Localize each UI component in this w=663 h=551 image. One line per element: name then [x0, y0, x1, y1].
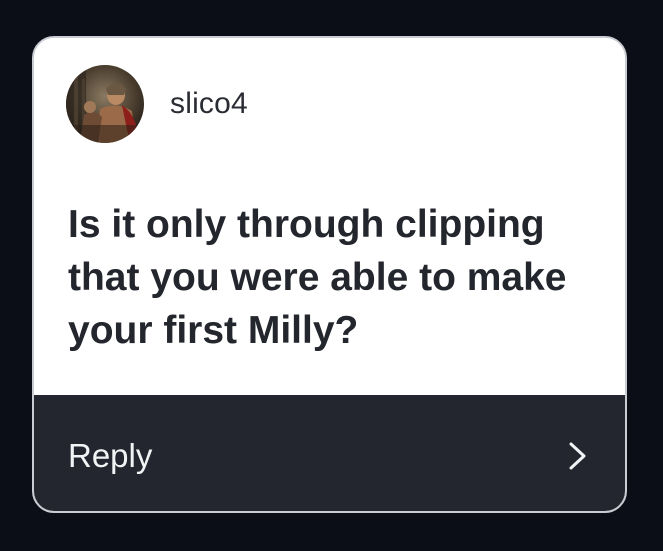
question-panel: slico4 Is it only through clipping that …	[34, 38, 625, 395]
chevron-right-icon	[569, 442, 586, 470]
avatar[interactable]	[66, 65, 144, 143]
reply-button[interactable]: Reply	[34, 395, 625, 511]
reply-label: Reply	[68, 437, 153, 474]
question-card: slico4 Is it only through clipping that …	[32, 36, 627, 513]
username[interactable]: slico4	[170, 87, 248, 121]
question-text: Is it only through clipping that you wer…	[68, 203, 567, 352]
card-header: slico4	[66, 65, 248, 143]
